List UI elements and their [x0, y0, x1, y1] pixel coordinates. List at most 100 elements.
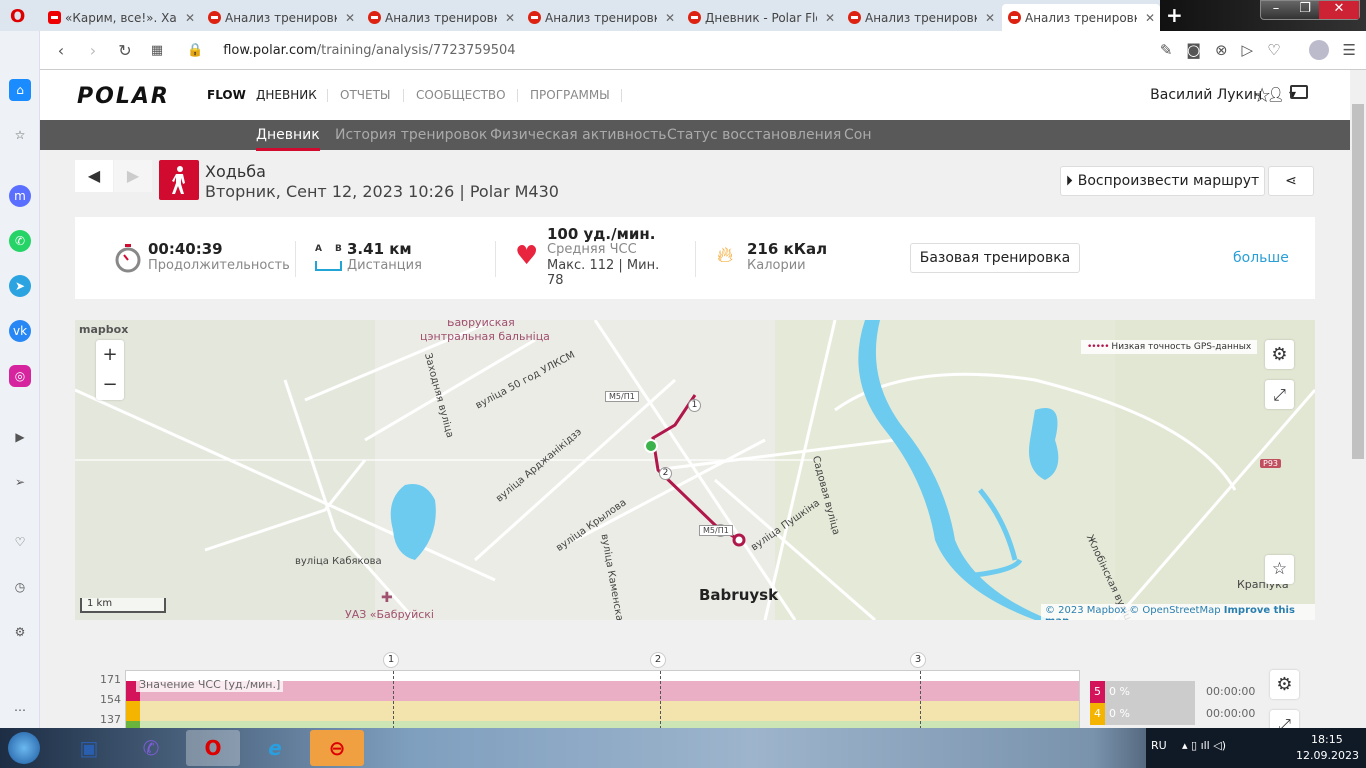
browser-tab[interactable]: Анализ тренировки ✕	[842, 4, 1000, 31]
clock-date[interactable]: 12.09.2023	[1296, 749, 1359, 762]
camera-icon[interactable]: ◙	[1186, 41, 1201, 59]
window-controls[interactable]: – ❐ ✕	[1260, 0, 1360, 20]
subnav-diary[interactable]: Дневник	[256, 127, 320, 151]
browser-tab-active[interactable]: Анализ тренировки ✕	[1002, 4, 1160, 31]
heart-icon: ♥	[515, 241, 539, 271]
clock-time[interactable]: 18:15	[1311, 733, 1343, 746]
telegram-icon[interactable]: ➤	[9, 275, 31, 297]
whatsapp-icon[interactable]: ✆	[9, 230, 31, 252]
lap-marker[interactable]: 2	[659, 467, 672, 480]
ruler-icon	[315, 261, 342, 271]
close-tab-icon[interactable]: ✕	[825, 11, 835, 25]
favorite-route-button[interactable]: ☆	[1265, 555, 1294, 584]
heart-icon[interactable]: ♡	[1267, 41, 1280, 59]
url-input[interactable]: flow.polar.com/training/analysis/7723759…	[223, 43, 515, 58]
lap-marker[interactable]: 1	[383, 652, 399, 668]
scrollbar-thumb[interactable]	[1352, 104, 1364, 459]
close-tab-icon[interactable]: ✕	[185, 11, 195, 25]
mapbox-logo[interactable]: mapbox	[79, 323, 128, 336]
browser-tab[interactable]: Анализ тренировки ✕	[522, 4, 680, 31]
hr-zone-4: 40 %	[1090, 703, 1195, 725]
training-type-button[interactable]: Базовая тренировка	[910, 243, 1080, 273]
fullscreen-button[interactable]: ⤢	[1265, 380, 1294, 409]
more-icon[interactable]: …	[9, 696, 31, 718]
sub-navigation: Дневник История тренировок Физическая ак…	[40, 120, 1350, 151]
language-indicator[interactable]: RU	[1151, 739, 1167, 752]
close-tab-icon[interactable]: ✕	[1145, 11, 1155, 25]
forward-icon[interactable]: ›	[77, 41, 109, 60]
next-activity-button[interactable]: ▶	[114, 160, 152, 192]
chart-plot-area[interactable]: Значение ЧСС [уд./мин.]	[125, 670, 1080, 729]
minimize-button[interactable]: –	[1261, 1, 1291, 16]
close-tab-icon[interactable]: ✕	[665, 11, 675, 25]
adblock-icon[interactable]: ⊗	[1215, 41, 1228, 59]
easy-setup-icon[interactable]: ☰	[1343, 41, 1356, 59]
nav-diary[interactable]: ДНЕВНИК	[256, 88, 317, 102]
previous-activity-button[interactable]: ◀	[75, 160, 113, 192]
close-window-button[interactable]: ✕	[1319, 1, 1359, 19]
zoom-out-button[interactable]: −	[96, 370, 124, 400]
browser-tab[interactable]: «Карим, все!». Хали✕	[42, 4, 200, 31]
lap-marker[interactable]: 3	[910, 652, 926, 668]
route-map[interactable]: 1 2 3 mapbox Бабруйская цэнтральная баль…	[75, 320, 1315, 620]
opera-logo-icon[interactable]: O	[10, 6, 25, 27]
close-tab-icon[interactable]: ✕	[985, 11, 995, 25]
walking-icon	[159, 160, 199, 200]
close-tab-icon[interactable]: ✕	[505, 11, 515, 25]
profile-avatar[interactable]	[1308, 40, 1329, 60]
lap-marker[interactable]: 2	[650, 652, 666, 668]
zoom-in-button[interactable]: +	[96, 340, 124, 370]
taskbar-save-app[interactable]: ▣	[62, 730, 116, 766]
city-label: Babruysk	[699, 586, 779, 604]
back-icon[interactable]: ‹	[45, 41, 77, 60]
taskbar-viber[interactable]: ✆	[124, 730, 178, 766]
taskbar-ie[interactable]: e	[248, 730, 302, 766]
bookmarks-icon[interactable]: ☆	[9, 124, 31, 146]
subnav-training-history[interactable]: История тренировок	[335, 127, 487, 143]
vk-icon[interactable]: vk	[9, 320, 31, 342]
share-button[interactable]: ⋖	[1268, 166, 1314, 196]
replay-route-button[interactable]: ⏵ Воспроизвести маршрут	[1060, 166, 1265, 196]
calories-label: Калории	[747, 258, 806, 273]
subnav-sleep[interactable]: Сон	[844, 127, 872, 143]
start-button[interactable]	[8, 732, 40, 764]
maximize-button[interactable]: ❐	[1291, 1, 1319, 16]
polar-icon	[208, 11, 221, 24]
avg-hr-value: 100 уд./мин.	[547, 225, 656, 243]
nav-programs[interactable]: ПРОГРАММЫ	[530, 88, 610, 102]
browser-tab[interactable]: Анализ тренировки ✕	[202, 4, 360, 31]
send-icon[interactable]: ▷	[1242, 41, 1254, 59]
close-tab-icon[interactable]: ✕	[345, 11, 355, 25]
send-icon[interactable]: ➢	[9, 471, 31, 493]
subnav-activity[interactable]: Физическая активность	[490, 127, 667, 143]
taskbar-polar[interactable]: ⊖	[310, 730, 364, 766]
polar-logo[interactable]: POLAR	[77, 84, 170, 109]
chart-settings-button[interactable]: ⚙	[1270, 670, 1299, 699]
lap-marker[interactable]: 1	[688, 399, 701, 412]
taskbar-opera[interactable]: O	[186, 730, 240, 766]
subnav-recovery[interactable]: Статус восстановления	[667, 127, 841, 143]
browser-tab[interactable]: Анализ тренировки ✕	[362, 4, 520, 31]
favorites-star-icon[interactable]: ☆	[1253, 83, 1271, 107]
map-settings-button[interactable]: ⚙	[1265, 340, 1294, 369]
browser-tab[interactable]: Дневник - Polar Flo ✕	[682, 4, 840, 31]
instagram-icon[interactable]: ◎	[9, 365, 31, 387]
new-tab-button[interactable]: +	[1166, 3, 1183, 27]
browser-tab-bar: O «Карим, все!». Хали✕ Анализ тренировки…	[0, 0, 1366, 31]
more-link[interactable]: больше	[1233, 250, 1289, 266]
settings-icon[interactable]: ⚙	[9, 621, 31, 643]
messenger-icon[interactable]: m	[9, 185, 31, 207]
user-menu[interactable]: Василий Лукин 👤︎ ▾	[1150, 87, 1296, 103]
reload-icon[interactable]: ↻	[109, 41, 141, 60]
messages-icon[interactable]	[1290, 85, 1308, 99]
heart-icon[interactable]: ♡	[9, 531, 31, 553]
nav-community[interactable]: СООБЩЕСТВО	[416, 88, 506, 102]
tabs-grid-icon[interactable]: ▦	[141, 43, 173, 58]
nav-reports[interactable]: ОТЧЕТЫ	[340, 88, 391, 102]
history-icon[interactable]: ◷	[9, 576, 31, 598]
player-icon[interactable]: ▶	[9, 426, 31, 448]
tray-icons[interactable]: ▴ ▯ ıll ◁)	[1182, 739, 1226, 752]
home-icon[interactable]: ⌂	[9, 79, 31, 101]
page-scrollbar[interactable]	[1350, 70, 1366, 728]
edit-icon[interactable]: ✎	[1160, 41, 1173, 59]
